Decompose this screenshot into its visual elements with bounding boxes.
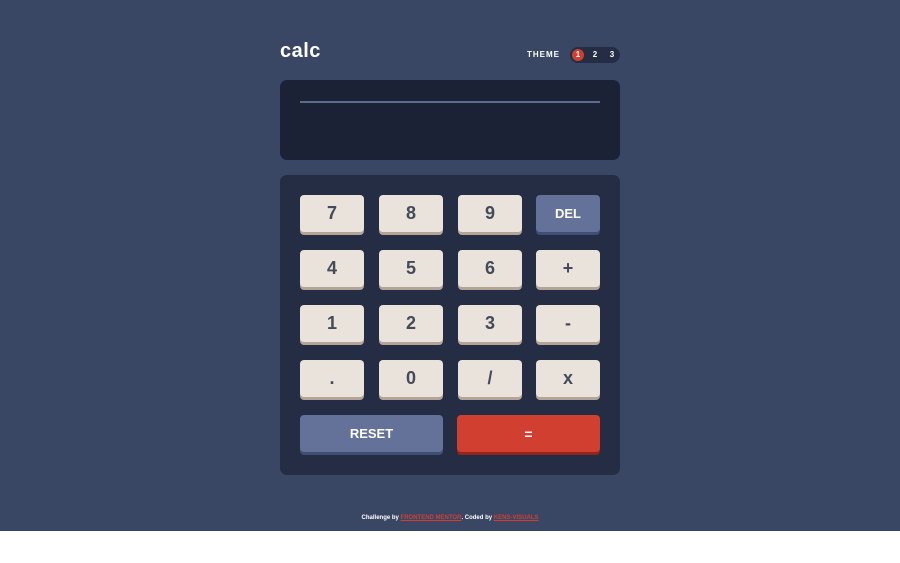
attribution-prefix: Challenge by — [361, 515, 399, 521]
calculator-display — [280, 80, 620, 160]
key-4[interactable]: 4 — [300, 250, 364, 287]
key-9[interactable]: 9 — [458, 195, 522, 232]
attribution-middle: . Coded by — [461, 515, 493, 521]
header: calc THEME 1 2 3 — [280, 40, 620, 70]
frontend-mentor-link[interactable]: FRONTEND MENTOR — [401, 515, 462, 521]
key-decimal[interactable]: . — [300, 360, 364, 397]
key-multiply[interactable]: x — [536, 360, 600, 397]
keypad: 7 8 9 DEL 4 5 6 + 1 2 3 - . 0 / x RESET … — [280, 175, 620, 475]
theme-toggle[interactable]: 1 2 3 — [570, 47, 620, 63]
author-link[interactable]: KENS-VISUALS — [494, 515, 539, 521]
key-plus[interactable]: + — [536, 250, 600, 287]
key-1[interactable]: 1 — [300, 305, 364, 342]
reset-button[interactable]: RESET — [300, 415, 443, 452]
key-divide[interactable]: / — [458, 360, 522, 397]
theme-option-1[interactable]: 1 — [572, 49, 584, 61]
key-7[interactable]: 7 — [300, 195, 364, 232]
theme-option-2[interactable]: 2 — [589, 49, 601, 61]
display-divider — [300, 101, 600, 103]
delete-button[interactable]: DEL — [536, 195, 600, 232]
key-2[interactable]: 2 — [379, 305, 443, 342]
attribution: Challenge by FRONTEND MENTOR. Coded by K… — [0, 515, 900, 521]
app-logo: calc — [280, 40, 321, 62]
key-8[interactable]: 8 — [379, 195, 443, 232]
equals-button[interactable]: = — [457, 415, 600, 452]
key-minus[interactable]: - — [536, 305, 600, 342]
key-3[interactable]: 3 — [458, 305, 522, 342]
key-6[interactable]: 6 — [458, 250, 522, 287]
theme-option-3[interactable]: 3 — [606, 49, 618, 61]
key-5[interactable]: 5 — [379, 250, 443, 287]
key-0[interactable]: 0 — [379, 360, 443, 397]
theme-label: THEME — [527, 50, 560, 59]
